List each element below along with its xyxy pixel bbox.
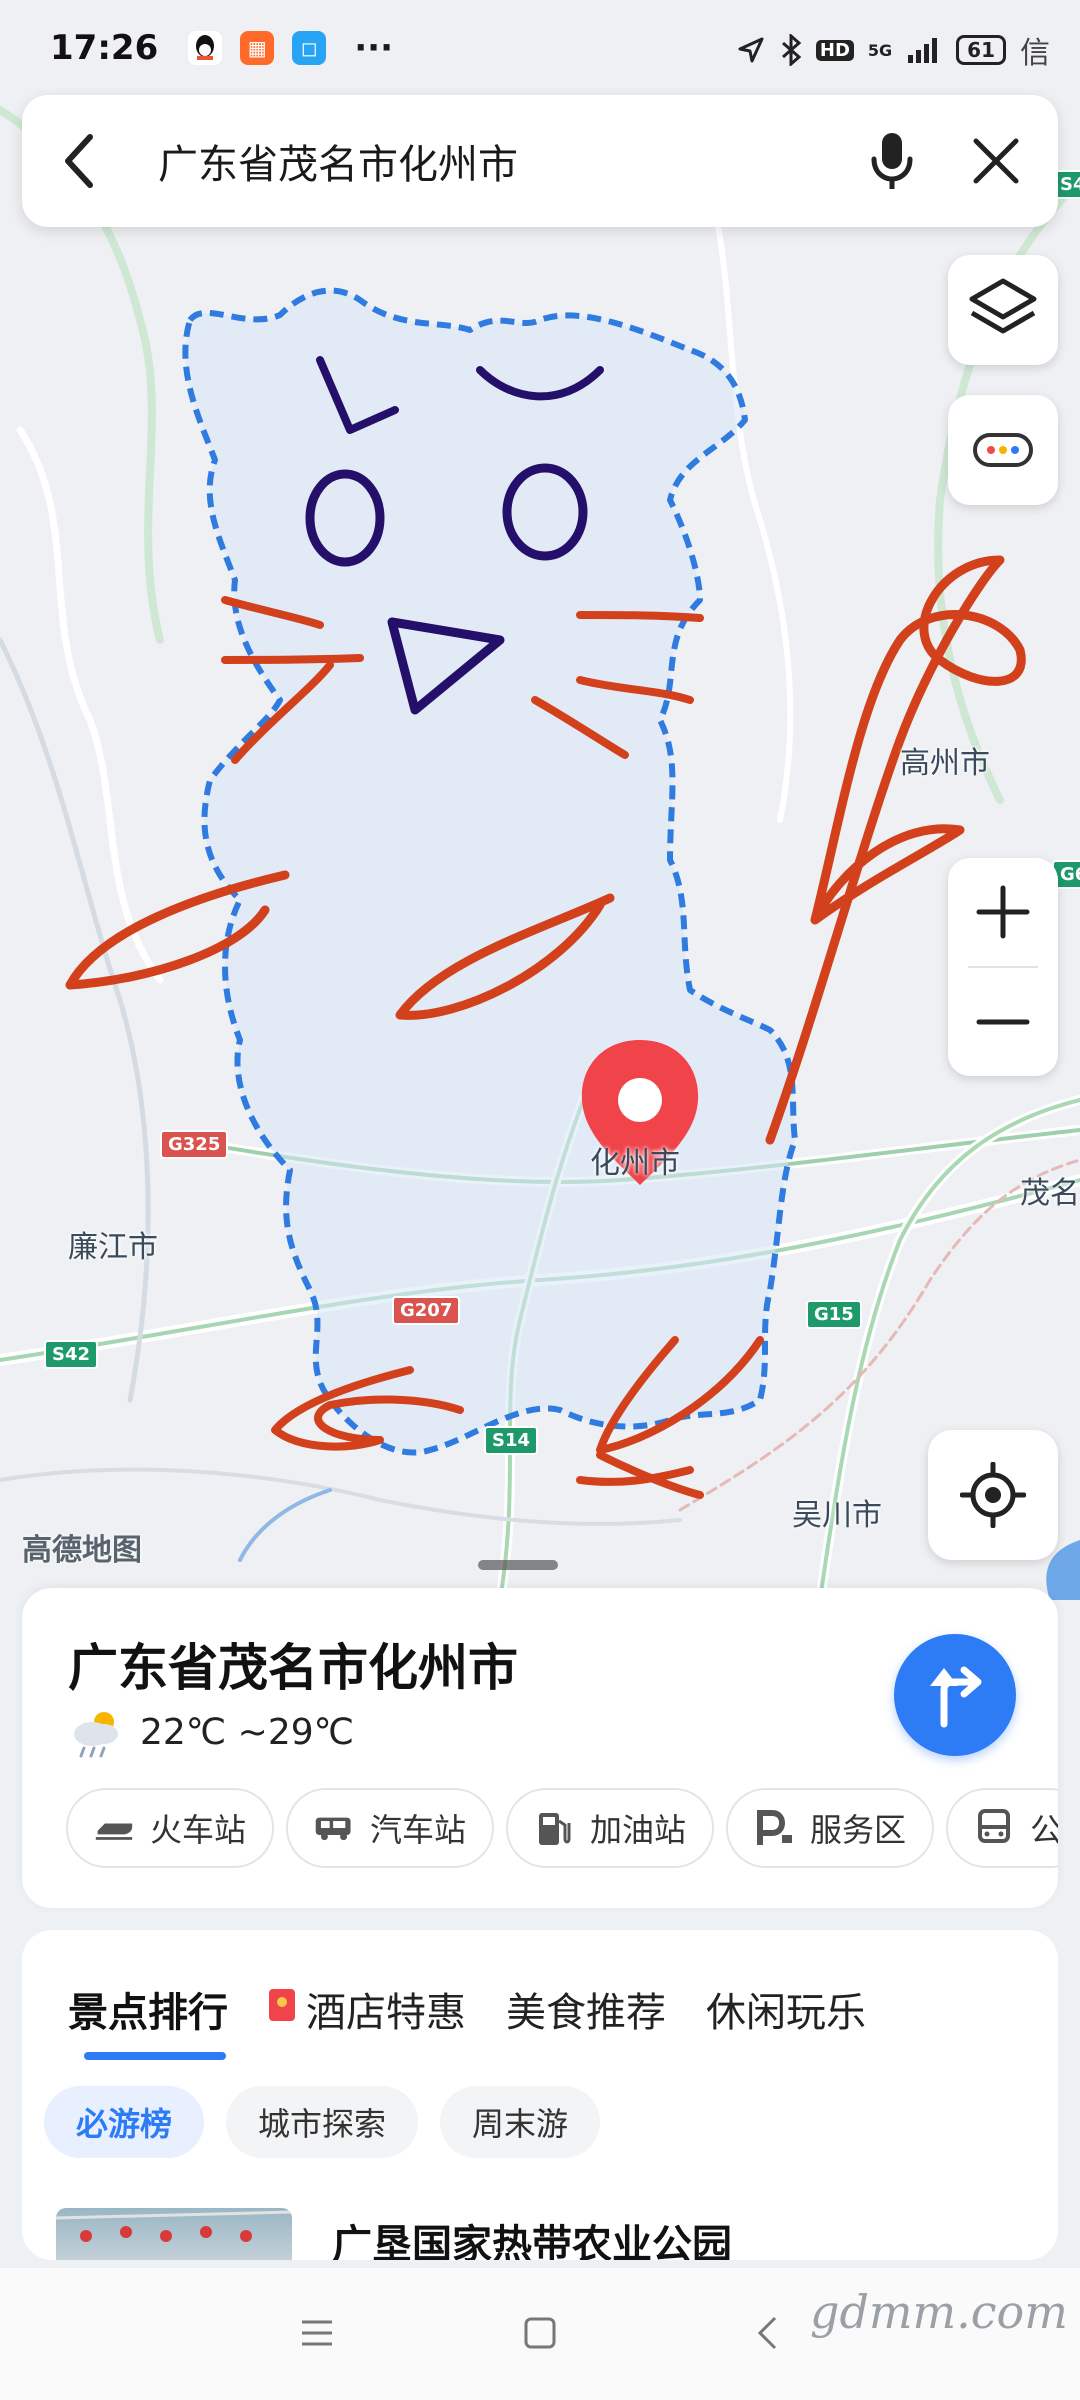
map-view[interactable]: 高州市 化州市 廉江市 吴川市 茂名 G325 G207 G15 S42 S14… [0,0,1080,1600]
train-icon [94,1811,134,1845]
tab-label: 美食推荐 [506,1990,666,2036]
poi-chip-label: 公 [1030,1811,1058,1849]
subtab-weekend-trip[interactable]: 周末游 [440,2086,601,2158]
map-label-lianjiang[interactable]: 廉江市 [68,1222,158,1266]
battery-indicator: 61 [956,35,1006,65]
weather-info: 22℃ ~29℃ [68,1706,354,1758]
map-label-gaozhou[interactable]: 高州市 [900,738,990,782]
attraction-thumbnail[interactable] [56,2208,292,2260]
signal-icon [908,38,938,63]
toolbox-icon [973,433,1033,467]
edge-text: 信 [1020,36,1050,71]
poi-chip-row: 火车站 汽车站 加油站 服务区 公 [66,1788,1058,1868]
network-type: 5G [867,40,893,60]
bus-station-icon [314,1811,354,1845]
route-arrow-icon [930,1666,982,1728]
map-label-wuchuan[interactable]: 吴川市 [792,1490,882,1534]
menu-nav-button[interactable] [292,2308,342,2358]
road-badge-g15: G15 [806,1300,862,1329]
home-square-icon [524,2317,556,2349]
microphone-icon[interactable] [860,129,924,193]
map-canvas [0,106,1080,1600]
message-app-icon: ◻ [292,30,327,65]
navigate-button[interactable] [894,1634,1016,1756]
status-time: 17:26 [50,27,159,68]
weather-cloud-rain-icon [74,1712,118,1758]
back-chevron-icon [757,2316,777,2350]
road-badge-g207: G207 [392,1296,461,1325]
tab-food[interactable]: 美食推荐 [506,1980,666,2038]
tab-label: 景点排行 [68,1990,228,2036]
status-right: HD 5G 61 信 [736,28,1050,72]
red-packet-icon [268,1986,296,2032]
poi-chip-service-area[interactable]: 服务区 [726,1788,935,1868]
tab-leisure[interactable]: 休闲玩乐 [706,1980,866,2038]
road-badge-g325: G325 [160,1130,229,1159]
search-bar[interactable]: 广东省茂名市化州市 [22,95,1058,227]
recommendation-card: 景点排行 酒店特惠 美食推荐 休闲玩乐 必游榜 城市探索 周末游 广垦国家热带农… [22,1930,1058,2260]
active-tab-indicator [84,2052,226,2060]
qq-icon [188,30,223,65]
tab-attractions[interactable]: 景点排行 [68,1980,228,2038]
poi-chip-label: 服务区 [810,1811,907,1849]
crosshair-icon [960,1462,1026,1528]
zoom-control [948,858,1058,1076]
poi-chip-gas-station[interactable]: 加油站 [506,1788,715,1868]
map-provider-logo: 高德地图 [22,1533,142,1568]
location-arrow-icon [738,37,764,63]
map-label-maoming[interactable]: 茂名 [1020,1168,1080,1212]
tab-label: 酒店特惠 [306,1990,466,2036]
minus-icon [976,1019,1030,1025]
tab-label: 休闲玩乐 [706,1990,866,2036]
poi-chip-bus[interactable]: 公 [946,1788,1058,1868]
back-icon[interactable] [52,133,108,189]
plus-icon [976,885,1030,939]
sheet-drag-handle[interactable] [478,1560,558,1570]
tab-hotel-deals[interactable]: 酒店特惠 [268,1980,466,2038]
attraction-name[interactable]: 广垦国家热带农业公园 [332,2212,732,2260]
menu-icon [302,2320,332,2346]
map-label-huazhou[interactable]: 化州市 [590,1138,680,1182]
more-notifications-icon: ··· [354,27,393,68]
county-boundary [182,287,798,1456]
recommendation-subtabs: 必游榜 城市探索 周末游 [44,2086,601,2158]
place-title: 广东省茂名市化州市 [68,1639,518,1697]
subtab-city-explore[interactable]: 城市探索 [226,2086,419,2158]
subtab-must-visit[interactable]: 必游榜 [44,2086,205,2158]
poi-chip-train-station[interactable]: 火车站 [66,1788,275,1868]
bluetooth-icon [781,34,802,66]
layers-icon [969,278,1037,334]
road-badge-s42: S42 [44,1340,99,1369]
app-notification-icon: ▦ [240,30,275,65]
poi-chip-label: 汽车站 [370,1811,467,1849]
more-tools-button[interactable] [948,395,1058,505]
zoom-out-button[interactable] [948,968,1058,1076]
layers-button[interactable] [948,255,1058,365]
zoom-in-button[interactable] [948,858,1058,966]
home-nav-button[interactable] [515,2308,565,2358]
temperature-range: 22℃ ~29℃ [140,1711,355,1753]
road-badge-s14: S14 [484,1426,539,1455]
status-bar: 17:26 ▦ ◻ ··· HD 5G 61 信 [0,0,1080,95]
poi-chip-bus-station[interactable]: 汽车站 [286,1788,495,1868]
poi-chip-label: 火车站 [150,1811,247,1849]
place-info-card: 广东省茂名市化州市 22℃ ~29℃ 火车站 汽车站 加油站 服务区 公 [22,1588,1058,1908]
gas-station-icon [534,1811,574,1845]
back-nav-button[interactable] [742,2308,792,2358]
poi-chip-label: 加油站 [590,1811,687,1849]
watermark: gdmm.com [810,2285,1068,2339]
search-input[interactable]: 广东省茂名市化州市 [158,132,820,190]
parking-service-icon [754,1810,794,1845]
locate-me-button[interactable] [928,1430,1058,1560]
recommendation-tabs: 景点排行 酒店特惠 美食推荐 休闲玩乐 [68,1980,866,2038]
hd-badge: HD [815,39,854,61]
bus-icon [974,1809,1014,1845]
close-icon[interactable] [964,129,1028,193]
